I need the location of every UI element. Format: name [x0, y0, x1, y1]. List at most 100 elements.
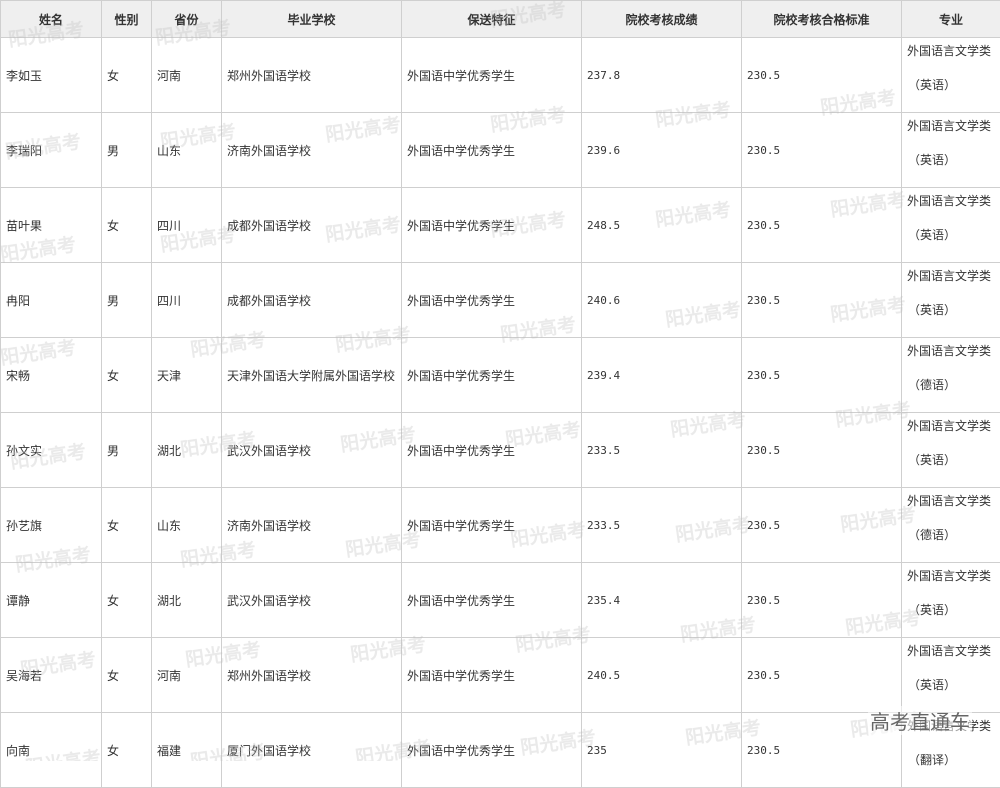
cell-province: 四川	[152, 263, 222, 338]
cell-school: 济南外国语学校	[222, 488, 402, 563]
major-name: 外国语言文学类	[907, 42, 1000, 60]
cell-standard: 230.5	[742, 413, 902, 488]
cell-score: 239.4	[582, 338, 742, 413]
cell-standard: 230.5	[742, 563, 902, 638]
table-row: 冉阳男四川成都外国语学校外国语中学优秀学生240.6230.5外国语言文学类（英…	[1, 263, 1000, 338]
header-row: 姓名 性别 省份 毕业学校 保送特征 院校考核成绩 院校考核合格标准 专业	[1, 1, 1000, 38]
cell-school: 武汉外国语学校	[222, 413, 402, 488]
cell-standard: 230.5	[742, 338, 902, 413]
major-direction: （翻译）	[907, 751, 1000, 769]
header-school: 毕业学校	[222, 1, 402, 38]
header-feature: 保送特征	[402, 1, 582, 38]
cell-major: 外国语言文学类 （英语）	[902, 188, 1000, 263]
cell-school: 武汉外国语学校	[222, 563, 402, 638]
major-direction: （英语）	[907, 451, 1000, 469]
cell-province: 河南	[152, 638, 222, 713]
major-direction: （英语）	[907, 301, 1000, 319]
table-row: 孙文实男湖北武汉外国语学校外国语中学优秀学生233.5230.5外国语言文学类（…	[1, 413, 1000, 488]
cell-major: 外国语言文学类 （英语）	[902, 638, 1000, 713]
cell-score: 239.6	[582, 113, 742, 188]
cell-standard: 230.5	[742, 113, 902, 188]
major-name: 外国语言文学类	[907, 642, 1000, 660]
cell-standard: 230.5	[742, 188, 902, 263]
major-name: 外国语言文学类	[907, 192, 1000, 210]
table-row: 宋畅女天津天津外国语大学附属外国语学校外国语中学优秀学生239.4230.5外国…	[1, 338, 1000, 413]
cell-school: 济南外国语学校	[222, 113, 402, 188]
corner-logo: 高考直通车	[868, 706, 972, 735]
cell-feature: 外国语中学优秀学生	[402, 488, 582, 563]
cell-feature: 外国语中学优秀学生	[402, 338, 582, 413]
cell-feature: 外国语中学优秀学生	[402, 38, 582, 113]
cell-feature: 外国语中学优秀学生	[402, 113, 582, 188]
table-row: 苗叶果女四川成都外国语学校外国语中学优秀学生248.5230.5外国语言文学类（…	[1, 188, 1000, 263]
major-direction: （德语）	[907, 526, 1000, 544]
table-row: 孙艺旗女山东济南外国语学校外国语中学优秀学生233.5230.5 外国语言文学类 （…	[1, 488, 1000, 563]
cell-school: 天津外国语大学附属外国语学校	[222, 338, 402, 413]
cell-standard: 230.5	[742, 638, 902, 713]
cell-province: 山东	[152, 488, 222, 563]
major-direction: （英语）	[907, 676, 1000, 694]
cell-school: 成都外国语学校	[222, 188, 402, 263]
cell-score: 233.5	[582, 488, 742, 563]
major-name: 外国语言文学类	[907, 492, 1000, 510]
cell-name: 宋畅	[1, 338, 102, 413]
cell-school: 成都外国语学校	[222, 263, 402, 338]
cell-feature: 外国语中学优秀学生	[402, 638, 582, 713]
cell-gender: 女	[102, 488, 152, 563]
cell-score: 237.8	[582, 38, 742, 113]
cell-gender: 男	[102, 113, 152, 188]
cell-major: 外国语言文学类 （英语）	[902, 263, 1000, 338]
header-gender: 性别	[102, 1, 152, 38]
cell-major: 外国语言文学类 （德语）	[902, 488, 1000, 563]
cell-major: 外国语言文学类（德语）	[902, 338, 1000, 413]
cell-province: 四川	[152, 188, 222, 263]
cell-major: 外国语言文学类 （英语）	[902, 413, 1000, 488]
cell-name: 孙文实	[1, 413, 102, 488]
cell-feature: 外国语中学优秀学生	[402, 563, 582, 638]
major-direction: （英语）	[907, 76, 1000, 94]
major-name: 外国语言文学类	[907, 342, 1000, 360]
cell-name: 李如玉	[1, 38, 102, 113]
cell-score: 235	[582, 713, 742, 788]
cell-name: 冉阳	[1, 263, 102, 338]
table-body: 李如玉女河南郑州外国语学校外国语中学优秀学生237.8230.5外国语言文学类（…	[1, 38, 1000, 788]
major-direction: （英语）	[907, 601, 1000, 619]
cell-school: 郑州外国语学校	[222, 638, 402, 713]
cell-gender: 女	[102, 38, 152, 113]
cell-feature: 外国语中学优秀学生	[402, 188, 582, 263]
cell-province: 福建	[152, 713, 222, 788]
major-name: 外国语言文学类	[907, 417, 1000, 435]
table-row: 谭静女湖北武汉外国语学校外国语中学优秀学生235.4230.5外国语言文学类（英…	[1, 563, 1000, 638]
major-name: 外国语言文学类	[907, 267, 1000, 285]
cell-name: 李瑞阳	[1, 113, 102, 188]
cell-gender: 男	[102, 263, 152, 338]
cell-gender: 女	[102, 188, 152, 263]
cell-school: 厦门外国语学校	[222, 713, 402, 788]
cell-score: 240.6	[582, 263, 742, 338]
cell-name: 孙艺旗	[1, 488, 102, 563]
cell-standard: 230.5	[742, 488, 902, 563]
cell-school: 郑州外国语学校	[222, 38, 402, 113]
cell-province: 湖北	[152, 563, 222, 638]
header-major: 专业	[902, 1, 1000, 38]
cell-name: 吴海若	[1, 638, 102, 713]
cell-gender: 女	[102, 563, 152, 638]
cell-score: 235.4	[582, 563, 742, 638]
cell-score: 248.5	[582, 188, 742, 263]
cell-gender: 女	[102, 338, 152, 413]
cell-province: 山东	[152, 113, 222, 188]
cell-gender: 男	[102, 413, 152, 488]
header-province: 省份	[152, 1, 222, 38]
table-row: 向南女福建厦门外国语学校外国语中学优秀学生235230.5外国语言文学类（翻译）	[1, 713, 1000, 788]
cell-province: 河南	[152, 38, 222, 113]
table-row: 李如玉女河南郑州外国语学校外国语中学优秀学生237.8230.5外国语言文学类（…	[1, 38, 1000, 113]
header-standard: 院校考核合格标准	[742, 1, 902, 38]
admission-table: 姓名 性别 省份 毕业学校 保送特征 院校考核成绩 院校考核合格标准 专业 李如…	[0, 0, 1000, 788]
cell-feature: 外国语中学优秀学生	[402, 413, 582, 488]
cell-feature: 外国语中学优秀学生	[402, 263, 582, 338]
cell-score: 233.5	[582, 413, 742, 488]
major-direction: （英语）	[907, 226, 1000, 244]
cell-score: 240.5	[582, 638, 742, 713]
cell-major: 外国语言文学类 （英语）	[902, 38, 1000, 113]
cell-major: 外国语言文学类（英语）	[902, 563, 1000, 638]
